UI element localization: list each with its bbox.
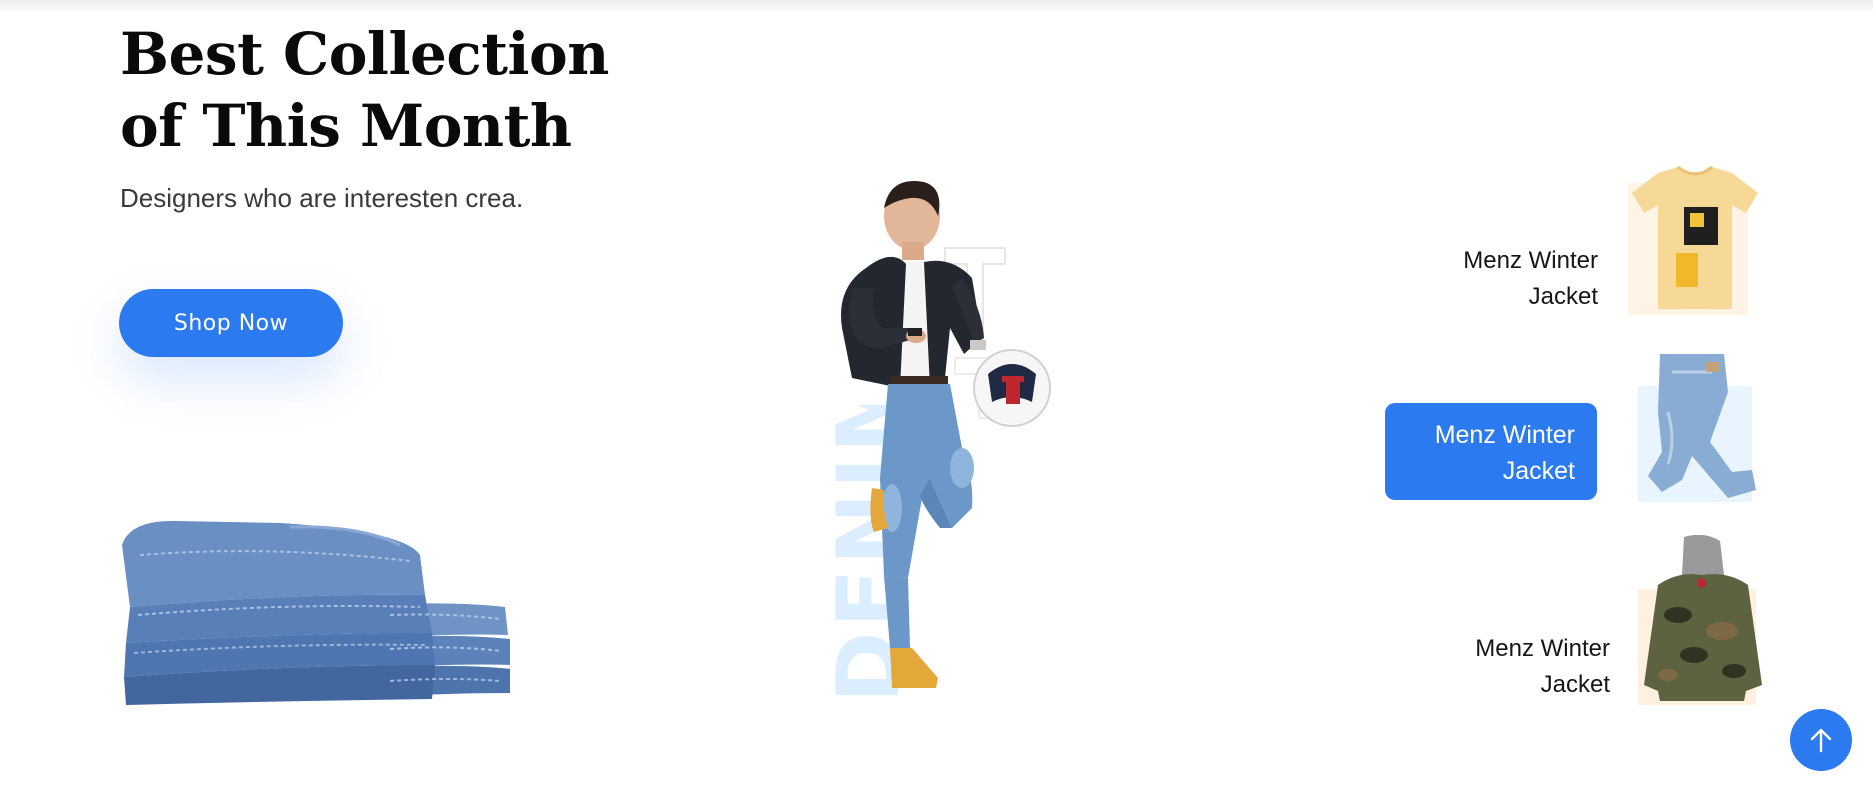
yellow-tshirt-thumbnail[interactable]	[1628, 163, 1762, 315]
shop-now-button[interactable]: Shop Now	[119, 289, 343, 357]
camo-jacket-thumbnail[interactable]	[1638, 535, 1766, 705]
product-label-2[interactable]: Menz Winter Jacket	[1385, 403, 1597, 500]
product-label-3[interactable]: Menz Winter Jacket	[1410, 631, 1610, 703]
blue-jeans-thumbnail[interactable]	[1632, 352, 1762, 502]
header-shadow	[0, 0, 1873, 14]
model-image	[841, 181, 1051, 688]
arrow-up-icon	[1810, 728, 1832, 753]
folded-jeans-image	[122, 520, 510, 705]
hero-subtitle: Designers who are interesten crea.	[120, 183, 524, 213]
hero-title: Best Collection of This Month	[120, 20, 609, 160]
product-label-1[interactable]: Menz Winter Jacket	[1400, 243, 1598, 315]
scroll-to-top-button[interactable]	[1790, 709, 1852, 771]
